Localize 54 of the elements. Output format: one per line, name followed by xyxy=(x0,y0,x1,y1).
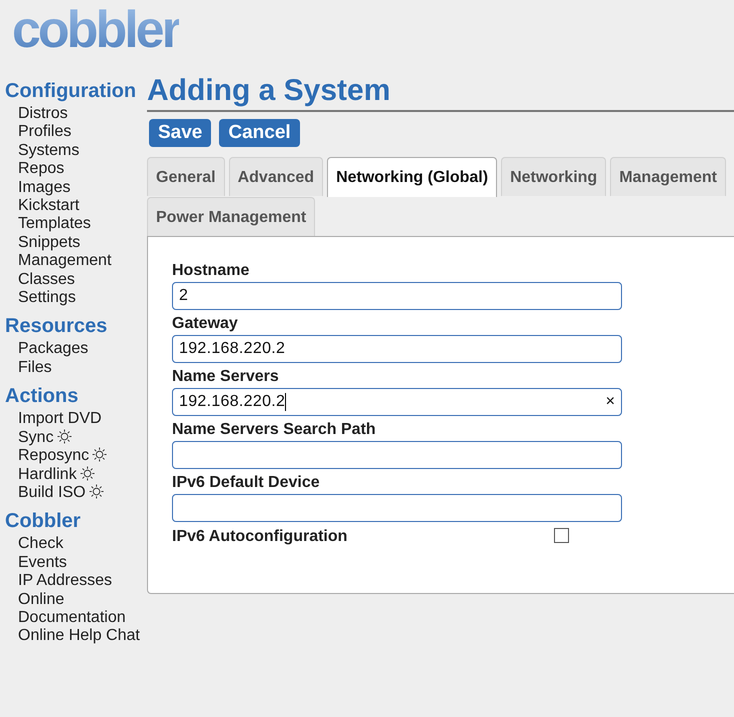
sidebar-heading: Cobbler xyxy=(5,509,82,534)
page-title: Adding a System xyxy=(147,72,734,112)
sidebar-link[interactable]: Distros xyxy=(18,105,147,124)
sidebar-link[interactable]: Packages xyxy=(18,340,147,359)
tab[interactable]: Networking xyxy=(501,157,606,196)
sidebar-link[interactable]: Check xyxy=(18,535,147,554)
sidebar-link[interactable]: Online Help Chat xyxy=(18,627,147,646)
field-label: Hostname xyxy=(172,261,250,281)
sun-icon xyxy=(88,484,104,499)
checkbox[interactable] xyxy=(554,528,569,542)
tab[interactable]: Power Management xyxy=(147,197,316,236)
sidebar-link[interactable]: Systems xyxy=(18,142,147,160)
sidebar-heading: Configuration xyxy=(5,79,138,104)
field-label: Name Servers Search Path xyxy=(172,420,377,440)
sun-icon xyxy=(92,447,108,462)
action-button[interactable]: Save xyxy=(149,119,212,147)
sidebar-link[interactable]: Management xyxy=(18,252,147,271)
text-field[interactable] xyxy=(172,494,622,522)
sidebar-link[interactable]: Documentation xyxy=(18,608,147,628)
text-field[interactable]: 2 xyxy=(172,282,622,310)
sidebar-link[interactable]: Kickstart xyxy=(18,197,147,216)
action-button[interactable]: Cancel xyxy=(219,119,300,147)
text-field[interactable]: 192.168.220.2 xyxy=(172,335,622,363)
sidebar-link[interactable]: Reposync xyxy=(18,447,147,466)
tab[interactable]: General xyxy=(147,157,225,196)
sidebar-link[interactable]: Online xyxy=(18,590,147,609)
sidebar-link[interactable]: Files xyxy=(18,358,147,378)
sidebar-link[interactable]: Hardlink xyxy=(18,466,147,484)
sun-icon xyxy=(56,428,72,444)
sidebar-link[interactable]: Import DVD xyxy=(18,410,147,429)
field-label: Name Servers xyxy=(172,367,280,387)
sidebar-link[interactable]: Classes xyxy=(18,270,147,290)
sidebar-link[interactable]: Templates xyxy=(18,215,147,234)
sidebar-link[interactable]: Images xyxy=(18,178,147,198)
field-label: Gateway xyxy=(172,314,239,334)
sidebar-link[interactable]: Events xyxy=(18,554,147,572)
sidebar-link[interactable]: Repos xyxy=(18,160,147,179)
sidebar-link[interactable]: Settings xyxy=(18,289,147,308)
sidebar-link[interactable]: Sync xyxy=(18,428,147,448)
sidebar-heading: Resources xyxy=(5,314,108,340)
sidebar-link[interactable]: Snippets xyxy=(18,234,147,252)
field-label: IPv6 Default Device xyxy=(172,473,321,493)
field-label: IPv6 Autoconfiguration xyxy=(172,527,348,547)
sun-icon xyxy=(80,466,95,480)
text-field[interactable]: 192.168.220.2 × xyxy=(172,388,622,416)
text-field[interactable] xyxy=(172,441,622,469)
sidebar-link[interactable]: Build ISO xyxy=(18,484,147,502)
clear-button[interactable]: × xyxy=(606,393,615,411)
sidebar-heading: Actions xyxy=(5,384,80,410)
sidebar-link[interactable]: IP Addresses xyxy=(18,572,147,591)
tab[interactable]: Networking (Global) xyxy=(327,157,498,197)
tab[interactable]: Management xyxy=(610,157,726,196)
sidebar-link[interactable]: Profiles xyxy=(18,123,147,142)
tab[interactable]: Advanced xyxy=(228,157,324,196)
